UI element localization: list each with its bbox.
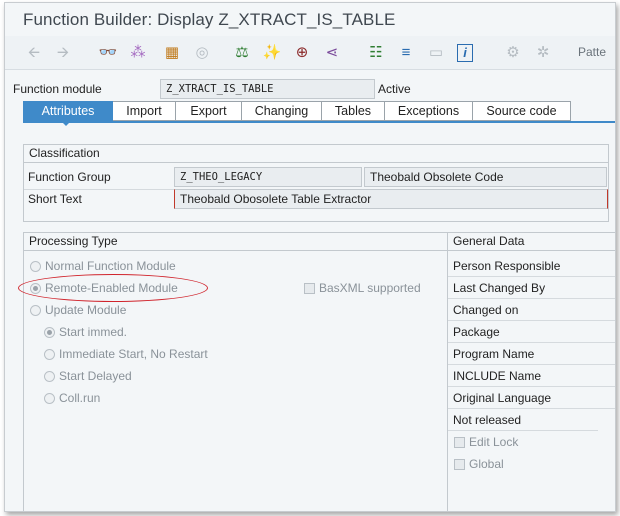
normal-function-module-label: Normal Function Module xyxy=(45,259,176,273)
function-module-label: Function module xyxy=(13,82,102,96)
general-data-title: General Data xyxy=(448,233,615,251)
global-checkbox[interactable] xyxy=(454,459,465,470)
radio-update-module[interactable] xyxy=(30,305,41,316)
classification-group: Classification Function Group Z_THEO_LEG… xyxy=(23,144,609,222)
pattern-button[interactable]: Patte xyxy=(578,45,606,59)
row-divider xyxy=(448,364,615,365)
update-module-label: Update Module xyxy=(45,303,127,317)
start-delayed-label: Start Delayed xyxy=(59,369,132,383)
active-tab-indicator xyxy=(61,121,71,126)
tab-changing[interactable]: Changing xyxy=(242,101,322,121)
function-group-description: Theobald Obsolete Code xyxy=(364,167,607,187)
main-content: Function module Z_XTRACT_IS_TABLE Active… xyxy=(5,70,615,511)
processing-type-title: Processing Type xyxy=(24,233,447,251)
window-title: Function Builder: Display Z_XTRACT_IS_TA… xyxy=(23,10,396,29)
tab-attributes[interactable]: Attributes xyxy=(23,101,113,121)
classification-title: Classification xyxy=(24,145,608,163)
radio-immediate-start-no-restart[interactable] xyxy=(44,349,55,360)
hierarchy-icon[interactable]: ☷ xyxy=(365,42,387,64)
settings-icon[interactable]: ✲ xyxy=(532,42,554,64)
ring-icon[interactable]: ◎ xyxy=(191,42,213,64)
back-arrow-icon[interactable]: 🡨 xyxy=(23,42,45,64)
short-text-label: Short Text xyxy=(28,192,82,206)
edit-lock-checkbox[interactable] xyxy=(454,437,465,448)
tab-export[interactable]: Export xyxy=(176,101,242,121)
processing-type-group: Processing Type Normal Function Module R… xyxy=(18,232,447,511)
row-divider xyxy=(448,408,615,409)
tab-exceptions[interactable]: Exceptions xyxy=(385,101,473,121)
program-name-label: Program Name xyxy=(453,347,535,361)
debug-icon[interactable]: ⚙ xyxy=(502,42,524,64)
function-module-field[interactable]: Z_XTRACT_IS_TABLE xyxy=(160,79,375,99)
row-divider xyxy=(448,320,615,321)
object-stack-icon[interactable]: ▦ xyxy=(161,42,183,64)
function-group-label: Function Group xyxy=(28,170,111,184)
general-data-group: General Data Person Responsible Last Cha… xyxy=(447,232,615,511)
coll-run-label: Coll.run xyxy=(59,391,101,405)
title-bar: Function Builder: Display Z_XTRACT_IS_TA… xyxy=(5,3,615,36)
highlight-ellipse xyxy=(18,274,208,302)
forward-arrow-icon[interactable]: 🡪 xyxy=(52,42,74,64)
original-language-label: Original Language xyxy=(453,391,552,405)
row-divider xyxy=(448,342,615,343)
radio-start-immediately[interactable] xyxy=(44,327,55,338)
include-name-label: INCLUDE Name xyxy=(453,369,542,383)
tab-source-code[interactable]: Source code xyxy=(473,101,571,121)
branch-icon[interactable]: ⋖ xyxy=(321,42,343,64)
network-icon[interactable]: ⁂ xyxy=(127,42,149,64)
immediate-start-no-restart-label: Immediate Start, No Restart xyxy=(59,347,208,361)
start-immediately-label: Start immed. xyxy=(59,325,128,339)
basxml-checkbox[interactable] xyxy=(304,283,315,294)
stack-icon[interactable]: ≡ xyxy=(395,42,417,64)
global-label: Global xyxy=(469,457,504,471)
basxml-label: BasXML supported xyxy=(319,281,421,295)
magic-wand-icon[interactable]: ✨ xyxy=(261,42,283,64)
radio-coll-run[interactable] xyxy=(44,393,55,404)
package-label: Package xyxy=(453,325,500,339)
row-divider xyxy=(448,298,615,299)
row-divider xyxy=(448,276,615,277)
release-status-label: Not released xyxy=(453,413,522,427)
status-text: Active xyxy=(378,82,411,96)
function-builder-window: Function Builder: Display Z_XTRACT_IS_TA… xyxy=(4,2,616,512)
radio-start-delayed[interactable] xyxy=(44,371,55,382)
tab-underline xyxy=(23,121,615,123)
tab-strip: Attributes Import Export Changing Tables… xyxy=(23,101,571,121)
tab-import[interactable]: Import xyxy=(113,101,176,121)
glasses-icon[interactable]: 👓 xyxy=(97,42,119,64)
layout-icon[interactable]: ▭ xyxy=(425,42,447,64)
short-text-field[interactable]: Theobald Obosolete Table Extractor xyxy=(174,189,608,209)
row-divider xyxy=(448,386,615,387)
function-group-field[interactable]: Z_THEO_LEGACY xyxy=(174,167,362,187)
object-hierarchy-icon[interactable]: ⚖ xyxy=(231,42,253,64)
changed-on-label: Changed on xyxy=(453,303,519,317)
tab-tables[interactable]: Tables xyxy=(322,101,385,121)
row-divider xyxy=(448,430,598,431)
last-changed-by-label: Last Changed By xyxy=(453,281,546,295)
edit-lock-label: Edit Lock xyxy=(469,435,519,449)
radio-normal-function-module[interactable] xyxy=(30,261,41,272)
info-icon[interactable]: i xyxy=(457,44,473,62)
row-divider xyxy=(24,189,174,190)
person-responsible-label: Person Responsible xyxy=(453,259,561,273)
where-used-icon[interactable]: ⊕ xyxy=(291,42,313,64)
application-toolbar: 🡨 🡪 👓 ⁂ ▦ ◎ ⚖ ✨ ⊕ ⋖ ☷ ≡ ▭ i ⚙ ✲ Patte xyxy=(5,36,615,70)
